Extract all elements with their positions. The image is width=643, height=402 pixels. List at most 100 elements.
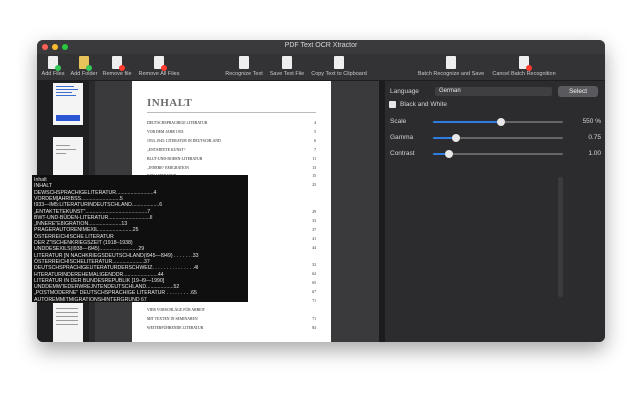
ocr-text-line: „POSTMODERNE" DEUTSCHSPRACHIGE LITERATUR… [34,290,197,297]
ocr-text-line: LITERATUR [N NACHKRIEGSDEUTSCHLAND(I945—… [34,252,199,259]
batch-recognize-save-button[interactable]: Batch Recognize and Save [415,56,487,77]
toc-entry: VOR DEM JAHR 1933 5 [147,130,316,134]
toc-entry-page: 25 [312,183,316,188]
contrast-value: 1.00 [588,150,601,157]
toc-entry-page: 44 [312,245,316,250]
toc-entry-page: 29 [312,210,316,214]
contrast-label: Contrast [390,150,415,157]
language-label: Language [390,88,419,95]
scale-label: Scale [390,118,407,125]
batch-recognize-icon [446,56,456,69]
toc-entry-page: 62 [312,272,316,277]
remove-all-files-icon [154,56,167,71]
window-title: PDF Text OCR Xtractor [284,42,358,49]
toc-entry-page: 6 [314,138,316,143]
black-and-white-checkbox[interactable] [389,101,396,108]
toc-entry-title: WEITERFÜHRENDE LITERATUR [147,325,204,330]
ocr-text-line: UNDDEMW'IEDERWREJNTENDEUTSCHLAND........… [34,284,180,291]
toc-entry-page: 71 [312,316,316,321]
toc-entry-title: VOR DEM JAHR 1933 [147,129,184,134]
copy-to-clipboard-button[interactable]: Copy Text to Clipboard [309,56,369,77]
toc-entry: DEUTSCHSPRACHIGE LITERATUR 4 [147,121,316,125]
toc-entry-title: DEUTSCHSPRACHIGE LITERATUR [147,121,208,125]
toc-entry: „ENTARTETE KUNST“ 7 [147,148,316,152]
scale-slider[interactable] [433,118,563,126]
toc-entry-title: „INNERE“ EMIGRATION [147,165,189,170]
toc-entry-page: 52 [312,263,316,268]
title-bar: PDF Text OCR Xtractor [37,40,605,54]
contrast-slider[interactable] [433,150,563,158]
ocr-text-line: „ENTAKTETEKUNST"........................… [34,208,151,215]
page-thumbnail[interactable] [53,303,83,342]
toolbar: Add Files Add Folder Remove file Remove … [37,54,605,81]
ocr-text-line: „INNERE"E8IGRATION......................… [34,221,128,228]
toc-entry: WEITERFÜHRENDE LITERATUR 84 [147,326,316,330]
ocr-text-line: Inhalt [34,177,47,183]
settings-panel: Language German Select Black and White S… [385,81,605,342]
ocr-text-line: I933—IM5:LITERATURINDEUTSCHLAND.........… [34,202,163,209]
remove-file-button[interactable]: Remove file [102,56,132,77]
toc-entry-page: 41 [312,236,316,241]
gamma-slider[interactable] [433,134,563,142]
select-language-button[interactable]: Select [558,86,598,97]
toc-entry-title: BLUT-UND-BODEN-LITERATUR [147,156,203,161]
ocr-text-line: ÖSTERREICHISCHE LITERATUR [34,233,114,240]
toc-entry-page: 5 [314,129,316,134]
page-thumbnail[interactable] [53,83,83,125]
scale-value: 550 % [582,118,601,125]
ocr-text-line: AUTOREMMITMIGRATIONSHINTERGRUND 67 [34,296,147,302]
ocr-text-line: PRAGERAUTORENIMEXIL.....................… [34,227,139,234]
toc-entry-page: 84 [312,325,316,330]
page-thumbnail[interactable] [53,137,83,179]
toc-entry: MIT TEXTEN IN SEMINAREN 71 [147,317,316,321]
ocr-text-line: DEWSCHSPRACHIGELITERATUR................… [34,189,157,196]
cancel-batch-button[interactable]: Cancel Batch Recognition [489,56,559,77]
page-heading: INHALT [147,97,193,109]
toc-entry: BLUT-UND-BODEN-LITERATUR 11 [147,157,316,161]
toc-entry-page: 65 [312,281,316,286]
remove-file-icon [112,56,125,71]
toc-entry-title: „ENTARTETE KUNST“ [147,147,186,152]
black-and-white-label: Black and White [400,101,447,108]
toc-entry-page: 7 [314,147,316,152]
toc-entry: 1933–1945: LITERATUR IN DEUTSCHLAND 6 [147,139,316,143]
gamma-label: Gamma [390,134,414,141]
ocr-text-scrollbar[interactable] [558,177,563,297]
ocr-text-line: HTERATURINDEREHEMALIGENDDR..............… [34,271,164,278]
scale-slider-knob[interactable] [496,118,505,126]
toc-entry-page: 37 [312,227,316,232]
toc-entry-page: 13 [312,165,316,170]
save-text-file-button[interactable]: Save Text File [268,56,306,77]
heading-divider [147,112,316,113]
toc-entry-page: 15 [312,174,316,179]
toc-entry-page: 4 [314,121,316,125]
remove-all-files-button[interactable]: Remove All Files [137,56,181,77]
toc-entry-title: 1933–1945: LITERATUR IN DEUTSCHLAND [147,138,221,143]
toc-entry-title: VIER VORSCHLÄGE FÜR ARBEIT [147,307,206,312]
toc-entry-page: 71 [312,299,316,303]
language-field[interactable]: German [435,87,552,96]
add-folder-button[interactable]: Add Folder [69,56,99,77]
scale-slider-fill [433,121,501,123]
ocr-text-output[interactable]: Inhalt INHALT DEWSCHSPRACHIGELITERATUR....… [32,175,248,302]
clipboard-icon [334,56,344,69]
recognize-text-icon [239,56,249,69]
ocr-text-line: UNDDESEXILS(I938—I945)..................… [34,246,145,253]
ocr-text-line: DEUTSCHSPRACHIGEUTERATURDERSCHWEIZ. . . … [34,265,199,272]
toc-entry-title: MIT TEXTEN IN SEMINAREN [147,316,198,321]
toc-entry-page: 11 [312,156,316,161]
ocr-text-line: LITERATUR IN DER BUNDESREPUBLIK [19–I9—1… [34,277,165,284]
add-files-button[interactable]: Add Files [41,56,65,77]
toc-entry-page: 33 [312,218,316,223]
contrast-slider-knob[interactable] [444,150,453,158]
save-file-icon [282,56,292,69]
recognize-text-button[interactable]: Recognize Text [223,56,265,77]
add-folder-icon [79,56,92,71]
ocr-text-line: BWT-UND-BÜDEN-LITERATUR.................… [34,214,153,221]
gamma-value: 0.75 [588,134,601,141]
ocr-text-line: DER Z"ISCHENKRIEGSZEIT (1918–1938) [34,240,133,246]
cancel-batch-icon [519,56,532,71]
ocr-text-line: ÖSTERREICHISCHELITERATUR................… [34,258,150,265]
toc-entry-page: 67 [312,290,316,295]
gamma-slider-knob[interactable] [452,134,461,142]
